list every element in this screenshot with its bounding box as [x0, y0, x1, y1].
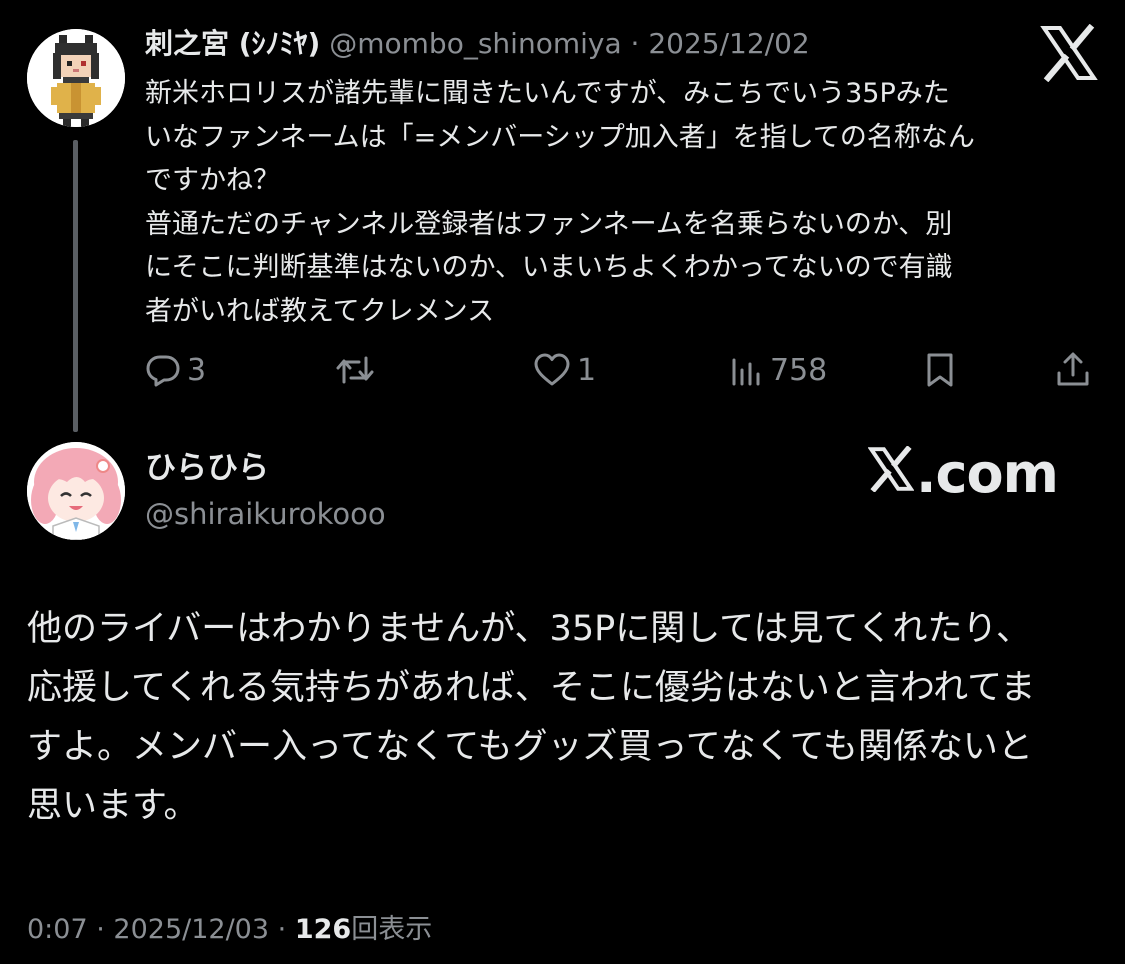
user-handle[interactable]: @shiraikurokooo: [145, 494, 386, 534]
reply-count: 3: [187, 352, 207, 388]
views-count: 126: [294, 914, 352, 945]
x-logo-icon: [867, 442, 916, 505]
bookmark-button[interactable]: [923, 346, 957, 394]
display-name[interactable]: ひらひら: [145, 448, 269, 488]
views-label: 回表示: [351, 914, 433, 945]
avatar[interactable]: [27, 29, 125, 127]
reply-button[interactable]: 3: [145, 346, 206, 394]
retweet-icon: [335, 352, 375, 388]
thread-connector-line: [73, 140, 78, 432]
tweet-header: 刺之宮 (ｼﾉﾐﾔ) @mombo_shinomiya · 2025/12/02: [145, 24, 810, 64]
share-icon: [1055, 351, 1091, 389]
display-name[interactable]: 刺之宮 (ｼﾉﾐﾔ): [145, 27, 320, 60]
retweet-button[interactable]: [335, 346, 381, 394]
separator: ·: [96, 914, 105, 945]
user-handle[interactable]: @mombo_shinomiya: [329, 27, 621, 60]
views-button[interactable]: 758: [730, 346, 827, 394]
bookmark-icon: [923, 351, 957, 389]
tweet-time[interactable]: 0:07: [27, 914, 88, 945]
like-button[interactable]: 1: [533, 346, 596, 394]
views-icon: [730, 352, 764, 388]
tweet-date[interactable]: 2025/12/03: [113, 914, 269, 945]
tweet-text: 他のライバーはわかりませんが、35Pに関しては見てくれたり、 応援してくれる気持…: [27, 609, 1036, 826]
like-count: 1: [577, 352, 597, 388]
share-button[interactable]: [1055, 346, 1091, 394]
tweet-actions: 3 1 758: [145, 346, 1095, 394]
tweet-date[interactable]: 2025/12/02: [648, 27, 809, 60]
heart-icon: [533, 352, 571, 388]
avatar[interactable]: [27, 442, 125, 540]
watermark-text: .com: [916, 441, 1059, 505]
separator: ·: [630, 27, 640, 60]
tweet-meta: 0:07 · 2025/12/03 · 126回表示: [27, 910, 432, 950]
separator: ·: [277, 914, 287, 945]
reply-icon: [145, 352, 181, 388]
views-count: 758: [770, 352, 828, 388]
x-com-watermark: .com: [867, 440, 1059, 506]
tweet-text: 新米ホロリスが諸先輩に聞きたいんですが、みこちでいう35Pみた いなファンネーム…: [145, 78, 975, 327]
